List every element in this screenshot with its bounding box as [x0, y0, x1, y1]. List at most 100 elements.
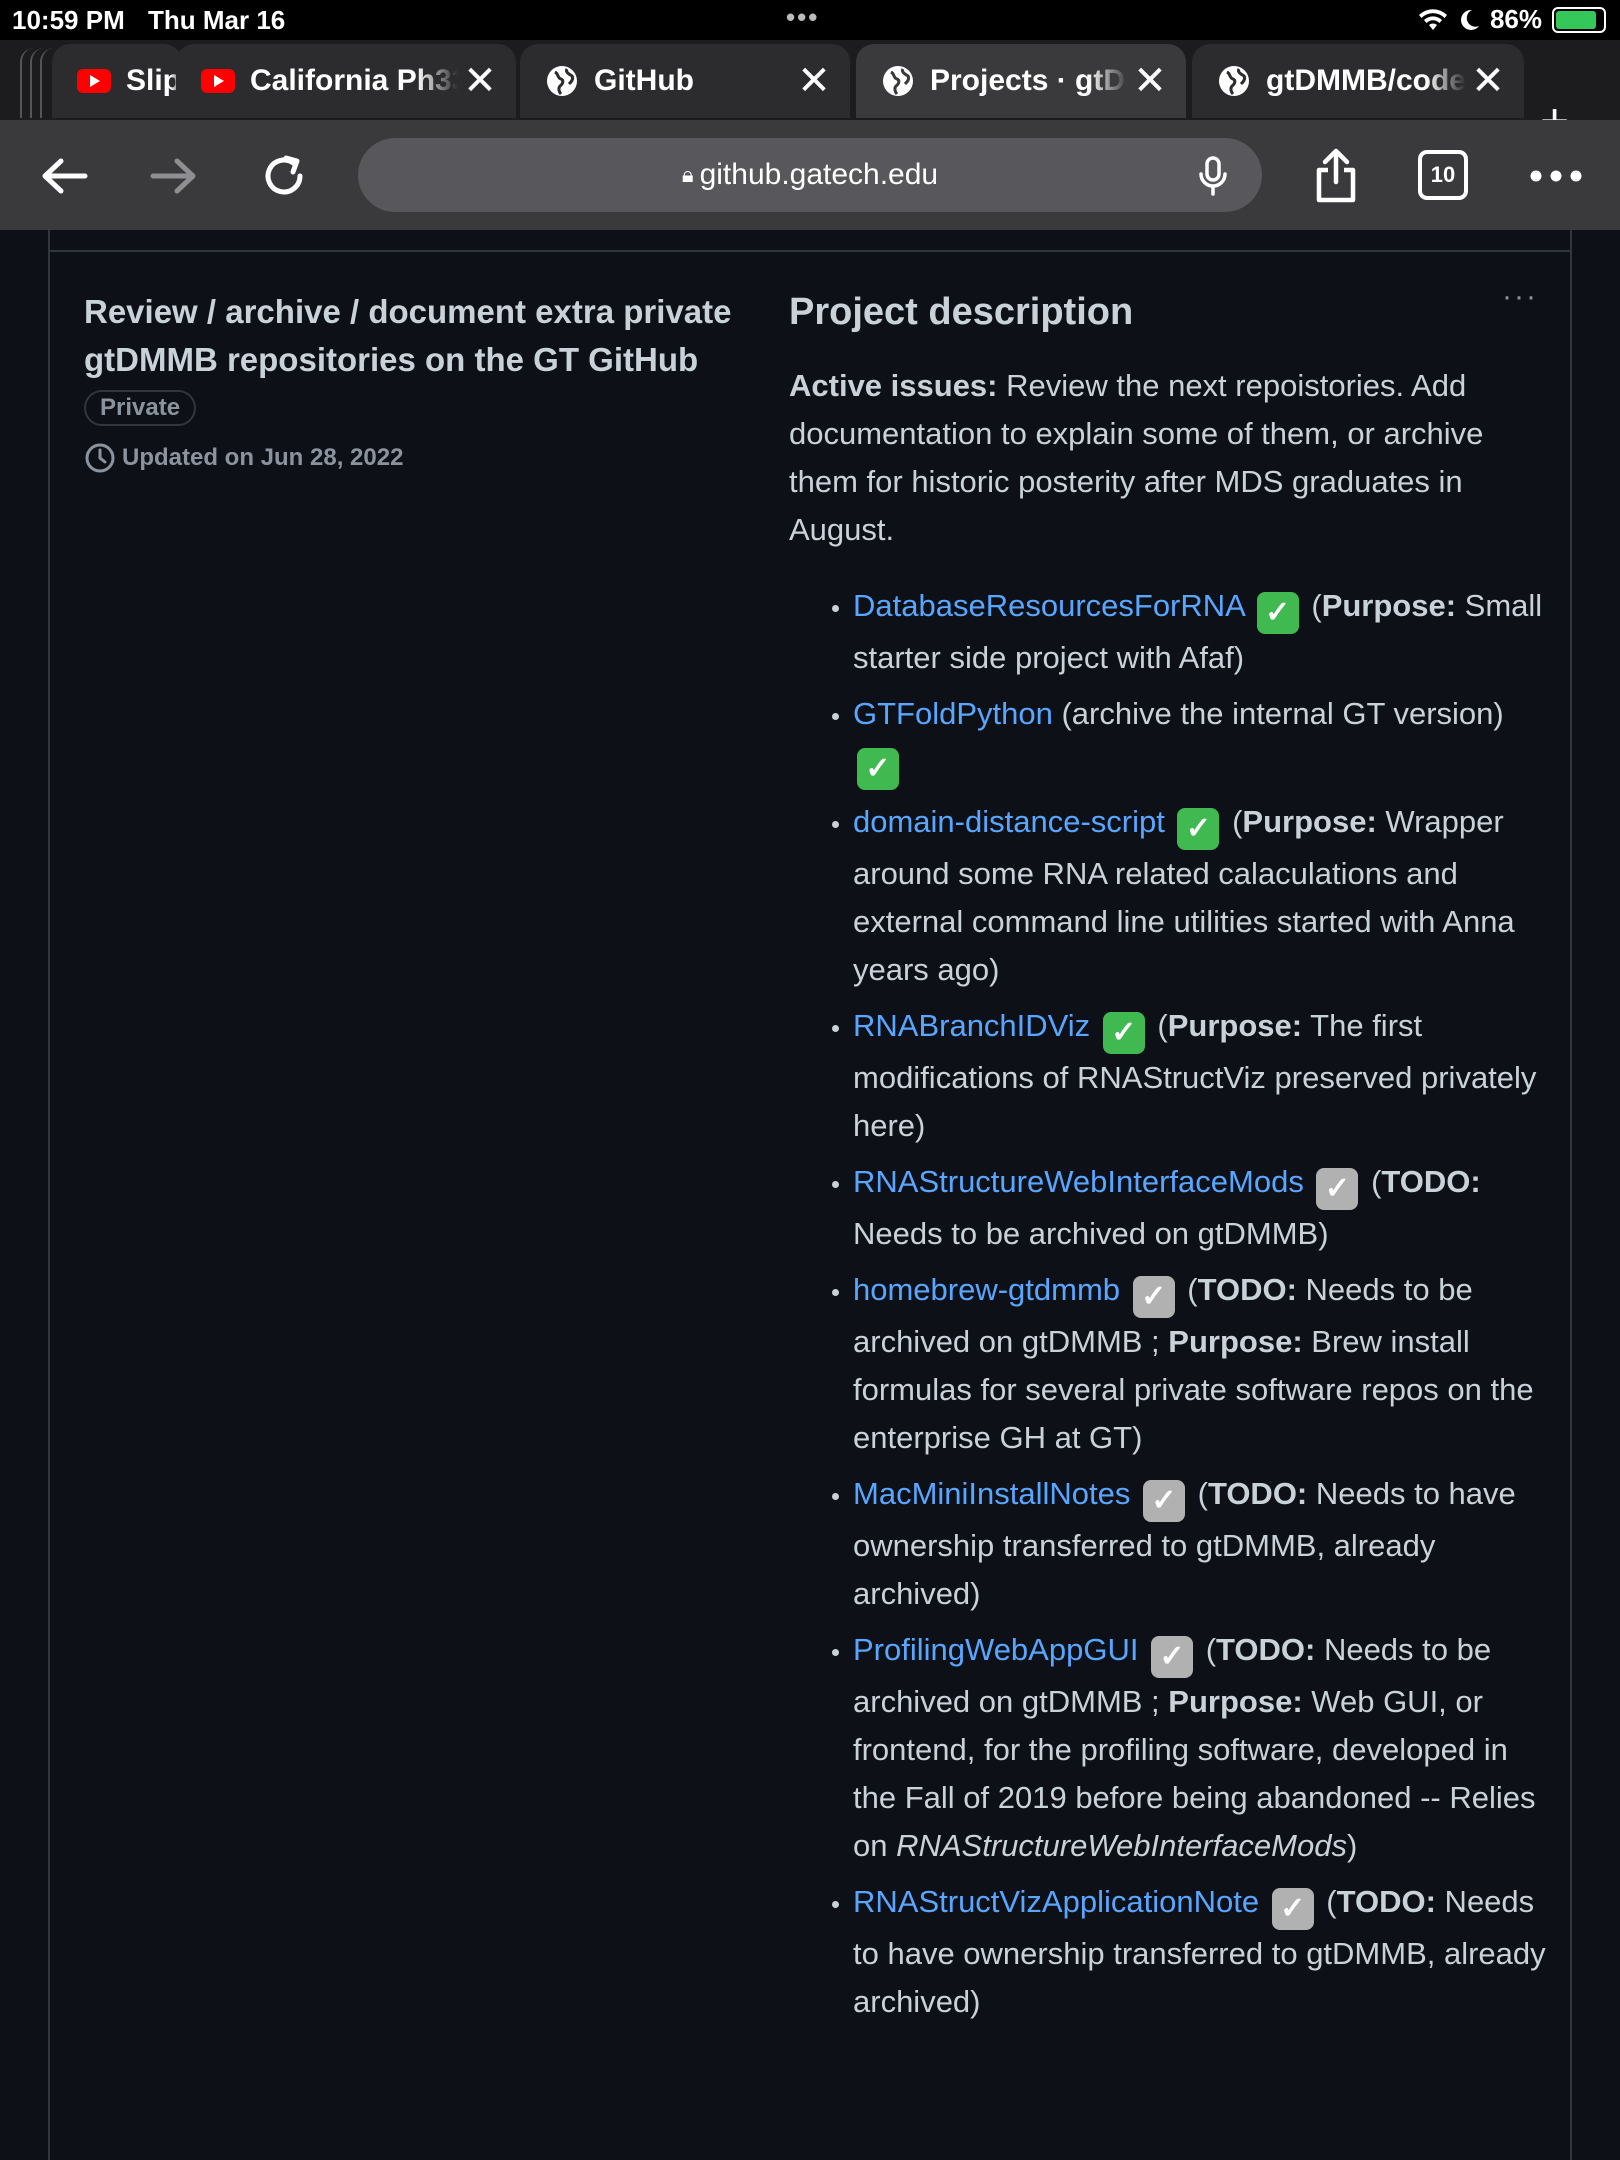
- repo-note-text: (: [1148, 1008, 1168, 1043]
- divider: [50, 250, 1570, 252]
- close-tab-icon[interactable]: ✕: [1466, 58, 1510, 104]
- repo-link[interactable]: domain-distance-script: [853, 804, 1165, 839]
- repo-link[interactable]: RNAStructureWebInterfaceMods: [853, 1164, 1304, 1199]
- close-tab-icon[interactable]: ✕: [792, 58, 836, 104]
- tab-label: gtDMMB/code: [1266, 64, 1466, 97]
- more-menu-icon[interactable]: [1526, 148, 1586, 204]
- repo-item: RNAStructureWebInterfaceMods ✓ (TODO: Ne…: [853, 1158, 1549, 1258]
- address-url: github.gatech.edu: [699, 158, 939, 191]
- repo-note-text: (: [1189, 1476, 1208, 1511]
- tab-projects[interactable]: Projects · gtDMMB ✕: [856, 44, 1186, 118]
- repo-note-text: Purpose:: [1168, 1684, 1303, 1719]
- repo-link[interactable]: RNABranchIDViz: [853, 1008, 1090, 1043]
- address-bar[interactable]: 🔒︎ github.gatech.edu: [358, 138, 1262, 212]
- tab-github[interactable]: GitHub ✕: [520, 44, 850, 118]
- repo-item: GTFoldPython (archive the internal GT ve…: [853, 690, 1549, 790]
- tab-youtube-slip[interactable]: Slip: [52, 44, 182, 118]
- repo-link[interactable]: RNAStructVizApplicationNote: [853, 1884, 1259, 1919]
- globe-icon: [880, 63, 916, 99]
- status-bar: 10:59 PM Thu Mar 16 ••• 86%: [0, 0, 1620, 40]
- status-indicators: 86%: [1418, 4, 1606, 35]
- repo-item: domain-distance-script ✓ (Purpose: Wrapp…: [853, 798, 1549, 994]
- status-date: Thu Mar 16: [148, 5, 286, 35]
- description-heading: Project description: [789, 291, 1134, 333]
- tab-bar: Slip California Ph33 ✕ GitHub ✕ Projects…: [0, 40, 1620, 149]
- youtube-icon: [200, 63, 236, 99]
- wifi-icon: [1418, 8, 1447, 30]
- repo-note-text: Purpose:: [1321, 588, 1457, 623]
- repo-note-text: RNAStructureWebInterfaceMods: [896, 1828, 1347, 1863]
- repo-note-text: Purpose:: [1242, 804, 1377, 839]
- repo-note-text: TODO:: [1207, 1476, 1308, 1511]
- page-content: Review / archive / document extra privat…: [0, 230, 1620, 2160]
- repo-note-text: (: [1362, 1164, 1382, 1199]
- tab-youtube-california[interactable]: California Ph33 ✕: [176, 44, 516, 118]
- repo-note-text: TODO:: [1381, 1164, 1481, 1199]
- repo-link[interactable]: homebrew-gtdmmb: [853, 1272, 1120, 1307]
- clock-icon: [85, 443, 115, 473]
- project-title[interactable]: Review / archive / document extra privat…: [84, 288, 784, 384]
- multitasking-dots-icon[interactable]: •••: [786, 2, 819, 33]
- repo-link[interactable]: ProfilingWebAppGUI: [853, 1632, 1138, 1667]
- tab-count-button[interactable]: 10: [1418, 150, 1468, 200]
- repo-note-text: (: [1197, 1632, 1217, 1667]
- youtube-icon: [76, 63, 112, 99]
- microphone-icon[interactable]: [1198, 156, 1228, 204]
- reload-icon[interactable]: [254, 148, 314, 204]
- globe-icon: [1216, 63, 1252, 99]
- globe-icon: [544, 63, 580, 99]
- back-arrow-icon[interactable]: [34, 148, 94, 204]
- check-mark-icon: ✓: [1143, 1480, 1185, 1522]
- repo-note-text: TODO:: [1197, 1272, 1297, 1307]
- repo-item: ProfilingWebAppGUI ✓ (TODO: Needs to be …: [853, 1626, 1549, 1870]
- repo-link[interactable]: MacMiniInstallNotes: [853, 1476, 1130, 1511]
- repo-note-text: Purpose:: [1167, 1008, 1303, 1043]
- updated-date: Updated on Jun 28, 2022: [122, 444, 404, 471]
- repo-item: DatabaseResourcesForRNA ✓ (Purpose: Smal…: [853, 582, 1549, 682]
- check-mark-icon: ✓: [857, 748, 899, 790]
- repo-link[interactable]: DatabaseResourcesForRNA: [853, 588, 1244, 623]
- check-mark-icon: ✓: [1102, 1012, 1145, 1054]
- check-mark-icon: ✓: [1256, 592, 1299, 634]
- intro-label: Active issues:: [789, 368, 998, 403]
- repo-note-text: (: [1178, 1272, 1198, 1307]
- close-tab-icon[interactable]: ✕: [458, 58, 502, 104]
- battery-percent: 86%: [1489, 4, 1542, 34]
- repo-list: DatabaseResourcesForRNA ✓ (Purpose: Smal…: [789, 582, 1549, 2026]
- repo-note-text: (: [1223, 804, 1243, 839]
- updated-row: Updated on Jun 28, 2022: [84, 442, 784, 474]
- check-mark-icon: ✓: [1177, 808, 1220, 850]
- close-tab-icon[interactable]: ✕: [1128, 58, 1172, 104]
- repo-note-text: TODO:: [1216, 1632, 1316, 1667]
- repo-item: homebrew-gtdmmb ✓ (TODO: Needs to be arc…: [853, 1266, 1549, 1462]
- repo-note-text: (archive the internal GT version): [1052, 696, 1504, 731]
- tab-label: Projects · gtDMMB: [930, 64, 1128, 97]
- project-panel: Review / archive / document extra privat…: [48, 230, 1572, 2160]
- check-mark-icon: ✓: [1271, 1888, 1314, 1930]
- repo-link[interactable]: GTFoldPython: [853, 696, 1053, 731]
- repo-item: RNABranchIDViz ✓ (Purpose: The first mod…: [853, 1002, 1549, 1150]
- check-mark-icon: ✓: [1132, 1276, 1175, 1318]
- repo-note-text: Needs to be archived on gtDMMB): [853, 1216, 1329, 1251]
- visibility-badge: Private: [84, 390, 197, 426]
- share-icon[interactable]: [1306, 148, 1366, 204]
- repo-note-text: (: [1302, 588, 1322, 623]
- check-mark-icon: ✓: [1316, 1168, 1359, 1210]
- repo-note-text: TODO:: [1336, 1884, 1436, 1919]
- project-summary: Review / archive / document extra privat…: [84, 288, 784, 474]
- browser-toolbar: 🔒︎ github.gatech.edu 10: [0, 120, 1620, 230]
- repo-note-text: (: [1317, 1884, 1337, 1919]
- tab-label: GitHub: [594, 64, 694, 97]
- lock-icon: 🔒︎: [681, 162, 694, 187]
- repo-item: RNAStructVizApplicationNote ✓ (TODO: Nee…: [853, 1878, 1549, 2026]
- moon-icon: [1460, 9, 1479, 30]
- tab-label: Slip: [126, 64, 182, 97]
- description-intro: Active issues: Review the next repoistor…: [789, 362, 1549, 554]
- battery-icon: [1552, 6, 1606, 33]
- repo-note-text: Purpose:: [1168, 1324, 1303, 1359]
- tab-gtdmmb-code[interactable]: gtDMMB/code ✕: [1192, 44, 1524, 118]
- repo-note-text: ): [1346, 1828, 1358, 1863]
- forward-arrow-icon[interactable]: [144, 148, 204, 204]
- status-time: 10:59 PM: [12, 5, 125, 35]
- repo-item: MacMiniInstallNotes ✓ (TODO: Needs to ha…: [853, 1470, 1549, 1618]
